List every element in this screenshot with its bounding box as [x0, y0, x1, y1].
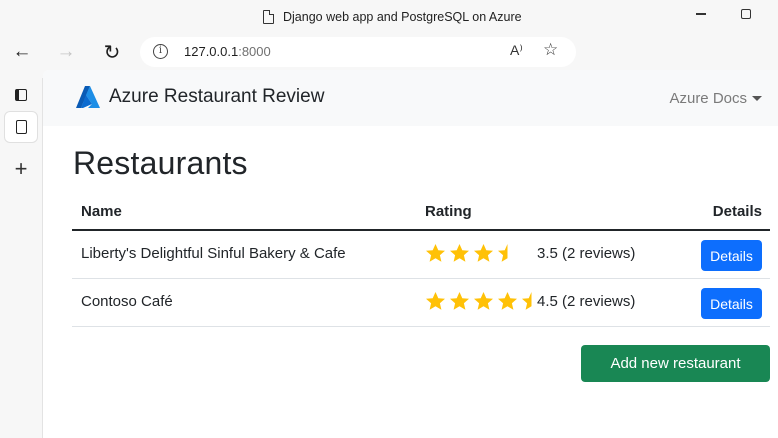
table-header: Name Rating Details [72, 194, 770, 231]
restaurant-name: Contoso Café [81, 293, 173, 310]
url-text[interactable]: 127.0.0.1:8000 [184, 44, 271, 59]
minimize-button[interactable] [688, 4, 714, 24]
forward-button[interactable]: → [52, 38, 80, 66]
read-aloud-icon[interactable]: A⁾ [510, 42, 523, 59]
new-tab-button[interactable]: + [5, 154, 37, 184]
azure-docs-dropdown[interactable]: Azure Docs [669, 90, 762, 107]
maximize-icon [741, 9, 751, 19]
table-row: Contoso Café 4.5 (2 reviews) Details [72, 279, 770, 327]
page-title: Restaurants [73, 145, 248, 181]
navigation-bar: ← → ↻ i 127.0.0.1:8000 A⁾ ☆ [0, 34, 778, 70]
address-bar[interactable]: i 127.0.0.1:8000 A⁾ ☆ [140, 37, 576, 67]
reload-icon: ↻ [103, 41, 121, 64]
star-full-icon [474, 244, 493, 262]
site-navbar: Azure Restaurant Review Azure Docs [43, 70, 778, 126]
browser-window: Django web app and PostgreSQL on Azure ←… [0, 0, 778, 438]
arrow-left-icon: ← [12, 41, 32, 62]
favorite-star-icon[interactable]: ☆ [543, 40, 558, 60]
details-button[interactable]: Details [701, 240, 762, 271]
table-row: Liberty's Delightful Sinful Bakery & Caf… [72, 231, 770, 279]
navbar-brand[interactable]: Azure Restaurant Review [76, 86, 324, 108]
title-bar: Django web app and PostgreSQL on Azure [0, 0, 778, 34]
star-full-icon [450, 244, 469, 262]
rating-summary: 4.5 (2 reviews) [537, 293, 636, 310]
azure-logo-icon [76, 86, 100, 108]
rating-summary: 3.5 (2 reviews) [537, 245, 636, 262]
header-rating: Rating [425, 203, 472, 220]
browser-tab[interactable]: Django web app and PostgreSQL on Azure [263, 6, 522, 28]
dropdown-label: Azure Docs [669, 90, 747, 107]
brand-name: Azure Restaurant Review [109, 86, 325, 107]
restaurants-table: Name Rating Details Liberty's Delightful… [72, 194, 770, 327]
add-restaurant-button[interactable]: Add new restaurant [581, 345, 770, 382]
tab-title: Django web app and PostgreSQL on Azure [283, 10, 522, 24]
star-full-icon [498, 292, 517, 310]
star-full-icon [426, 292, 445, 310]
tabs-icon [15, 89, 27, 101]
arrow-right-icon: → [56, 41, 76, 62]
restaurant-name: Liberty's Delightful Sinful Bakery & Caf… [81, 245, 346, 262]
star-rating [425, 291, 545, 311]
browser-sidebar: + [0, 78, 43, 438]
plus-icon: + [14, 156, 28, 181]
maximize-button[interactable] [733, 4, 759, 24]
back-button[interactable]: ← [8, 38, 36, 66]
star-full-icon [450, 292, 469, 310]
reload-button[interactable]: ↻ [98, 38, 126, 66]
tab-actions-button[interactable] [5, 80, 37, 110]
page-icon [263, 10, 274, 24]
star-rating [425, 243, 521, 263]
header-name: Name [81, 203, 122, 220]
star-full-icon [426, 244, 445, 262]
minimize-icon [696, 13, 706, 15]
details-button[interactable]: Details [701, 288, 762, 319]
vertical-tab-current[interactable] [5, 112, 37, 142]
info-icon[interactable]: i [153, 44, 168, 59]
page-content: Azure Restaurant Review Azure Docs Resta… [43, 70, 778, 438]
caret-down-icon [752, 96, 762, 101]
star-full-icon [474, 292, 493, 310]
page-icon [15, 120, 27, 134]
star-half-icon [498, 244, 508, 262]
header-details: Details [712, 203, 762, 220]
